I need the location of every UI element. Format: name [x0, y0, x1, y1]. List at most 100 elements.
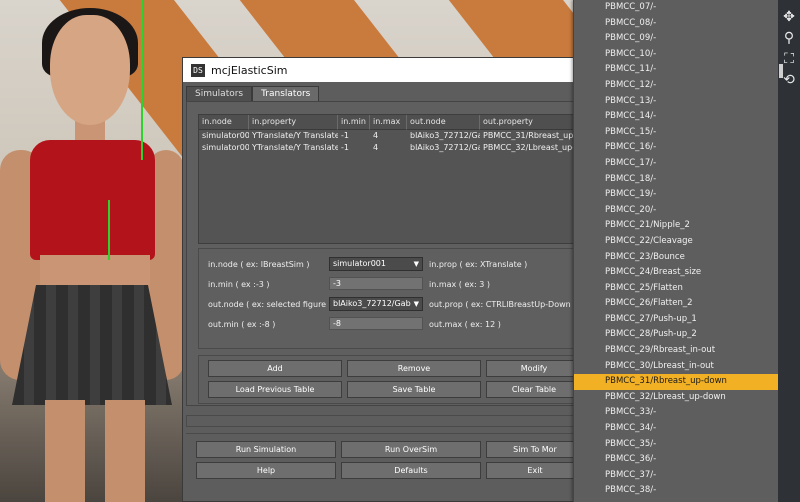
- dropdown-item[interactable]: PBMCC_13/-: [574, 94, 779, 110]
- table-cell: simulator001: [202, 131, 249, 140]
- modify-button[interactable]: Modify: [486, 360, 582, 377]
- dropdown-item[interactable]: PBMCC_25/Flatten: [574, 281, 779, 297]
- load-previous-table-button[interactable]: Load Previous Table: [208, 381, 342, 398]
- tab-bar: Simulators Translators: [186, 86, 320, 102]
- dropdown-item[interactable]: PBMCC_15/-: [574, 125, 779, 141]
- in-node-value: simulator001: [333, 259, 386, 268]
- column-header[interactable]: in.min: [338, 115, 370, 130]
- table-cell: PBMCC_31/Rbreast_up-: [483, 131, 577, 140]
- dropdown-item[interactable]: PBMCC_09/-: [574, 31, 779, 47]
- tab-translators[interactable]: Translators: [252, 86, 320, 102]
- dropdown-item[interactable]: PBMCC_08/-: [574, 16, 779, 32]
- dropdown-item[interactable]: PBMCC_26/Flatten_2: [574, 296, 779, 312]
- column-header[interactable]: in.node: [199, 115, 249, 130]
- dropdown-item[interactable]: PBMCC_16/-: [574, 140, 779, 156]
- elastic-sim-dialog: DS mcjElasticSim Simulators Translators …: [182, 57, 590, 502]
- clear-table-button[interactable]: Clear Table: [486, 381, 582, 398]
- dropdown-item[interactable]: PBMCC_11/-: [574, 62, 779, 78]
- out-node-label: out.node ( ex: selected figure ): [208, 300, 332, 309]
- dropdown-item[interactable]: PBMCC_28/Push-up_2: [574, 327, 779, 343]
- in-node-select[interactable]: simulator001 ▼: [329, 257, 423, 271]
- column-header[interactable]: in.max: [370, 115, 407, 130]
- in-node-label: in.node ( ex: lBreastSim ): [208, 260, 310, 269]
- out-max-label: out.max ( ex: 12 ): [429, 320, 501, 329]
- translators-table[interactable]: in.node in.property in.min in.max out.no…: [198, 114, 584, 244]
- translator-form: in.node ( ex: lBreastSim ) simulator001 ▼…: [198, 248, 584, 349]
- dropdown-item[interactable]: PBMCC_33/-: [574, 405, 779, 421]
- dropdown-item-selected[interactable]: PBMCC_31/Rbreast_up-down: [574, 374, 779, 390]
- table-row[interactable]: simulator001 YTranslate/Y Translate -1 4…: [199, 130, 583, 142]
- out-min-label: out.min ( ex :-8 ): [208, 320, 276, 329]
- zoom-icon[interactable]: ⚲: [780, 29, 798, 47]
- dropdown-item[interactable]: PBMCC_07/-: [574, 0, 779, 16]
- column-header[interactable]: in.property: [249, 115, 338, 130]
- save-table-button[interactable]: Save Table: [347, 381, 481, 398]
- dropdown-item[interactable]: PBMCC_21/Nipple_2: [574, 218, 779, 234]
- defaults-button[interactable]: Defaults: [341, 462, 481, 479]
- dropdown-item[interactable]: PBMCC_19/-: [574, 187, 779, 203]
- translators-pane: in.node in.property in.min in.max out.no…: [186, 101, 586, 406]
- in-max-label: in.max ( ex: 3 ): [429, 280, 490, 289]
- table-cell: PBMCC_32/Lbreast_up-: [483, 143, 576, 152]
- dropdown-item[interactable]: PBMCC_24/Breast_size: [574, 265, 779, 281]
- dropdown-item[interactable]: PBMCC_23/Bounce: [574, 250, 779, 266]
- dropdown-arrow-icon: ▼: [413, 260, 419, 268]
- table-cell: 4: [373, 143, 379, 152]
- dropdown-item[interactable]: PBMCC_10/-: [574, 47, 779, 63]
- scrollbar-thumb[interactable]: [779, 64, 783, 78]
- dropdown-item[interactable]: PBMCC_35/-: [574, 437, 779, 453]
- in-min-input[interactable]: -3: [329, 277, 423, 290]
- column-header[interactable]: out.node: [407, 115, 480, 130]
- dropdown-item[interactable]: PBMCC_14/-: [574, 109, 779, 125]
- dropdown-item[interactable]: PBMCC_12/-: [574, 78, 779, 94]
- exit-button[interactable]: Exit: [486, 462, 584, 479]
- dropdown-item[interactable]: PBMCC_34/-: [574, 421, 779, 437]
- dropdown-item[interactable]: PBMCC_17/-: [574, 156, 779, 172]
- dropdown-item[interactable]: PBMCC_36/-: [574, 452, 779, 468]
- out-node-select[interactable]: blAiko3_72712/Gab ▼: [329, 297, 423, 311]
- simulation-actions: Run Simulation Run OverSim Sim To Mor He…: [186, 433, 586, 489]
- table-cell: blAiko3_72712/Gab: [410, 143, 480, 152]
- dropdown-item[interactable]: PBMCC_18/-: [574, 172, 779, 188]
- table-cell: YTranslate/Y Translate: [252, 131, 338, 140]
- in-min-label: in.min ( ex :-3 ): [208, 280, 270, 289]
- add-button[interactable]: Add: [208, 360, 342, 377]
- out-prop-label: out.prop ( ex: CTRLlBreastUp-Down ): [429, 300, 577, 309]
- table-cell: blAiko3_72712/Gab: [410, 131, 480, 140]
- table-row[interactable]: simulator001 YTranslate/Y Translate -1 4…: [199, 142, 583, 154]
- table-cell: 4: [373, 131, 379, 140]
- separator: [186, 415, 588, 427]
- figure-skirt: [12, 285, 172, 405]
- dropdown-item[interactable]: PBMCC_32/Lbreast_up-down: [574, 390, 779, 406]
- table-cell: -1: [341, 131, 349, 140]
- sim-to-more-button[interactable]: Sim To Mor: [486, 441, 584, 458]
- column-header[interactable]: out.property: [480, 115, 583, 130]
- figure-top: [30, 140, 155, 260]
- dropdown-arrow-icon: ▼: [413, 300, 419, 308]
- dropdown-item[interactable]: PBMCC_27/Push-up_1: [574, 312, 779, 328]
- dropdown-item[interactable]: PBMCC_38/-: [574, 483, 779, 499]
- table-cell: -1: [341, 143, 349, 152]
- dropdown-item[interactable]: PBMCC_29/Rbreast_in-out: [574, 343, 779, 359]
- dropdown-item[interactable]: PBMCC_37/-: [574, 468, 779, 484]
- dropdown-item[interactable]: PBMCC_30/Lbreast_in-out: [574, 359, 779, 375]
- tab-simulators[interactable]: Simulators: [186, 86, 253, 102]
- title-bar[interactable]: DS mcjElasticSim: [183, 58, 589, 82]
- run-simulation-button[interactable]: Run Simulation: [196, 441, 336, 458]
- run-oversim-button[interactable]: Run OverSim: [341, 441, 481, 458]
- out-node-value: blAiko3_72712/Gab: [333, 299, 411, 308]
- dropdown-item[interactable]: PBMCC_22/Cleavage: [574, 234, 779, 250]
- out-min-input[interactable]: -8: [329, 317, 423, 330]
- dropdown-item[interactable]: PBMCC_20/-: [574, 203, 779, 219]
- figure-head: [50, 15, 130, 125]
- guide-line: [141, 0, 143, 160]
- guide-line: [108, 200, 110, 260]
- help-button[interactable]: Help: [196, 462, 336, 479]
- table-cell: YTranslate/Y Translate: [252, 143, 338, 152]
- remove-button[interactable]: Remove: [347, 360, 481, 377]
- window-title: mcjElasticSim: [211, 63, 288, 77]
- move-icon[interactable]: ✥: [780, 8, 798, 26]
- table-actions: Add Remove Modify Load Previous Table Sa…: [198, 355, 584, 404]
- figure-leg: [45, 400, 85, 502]
- out-property-dropdown-list[interactable]: PBMCC_07/- PBMCC_08/- PBMCC_09/- PBMCC_10/-…: [573, 0, 779, 502]
